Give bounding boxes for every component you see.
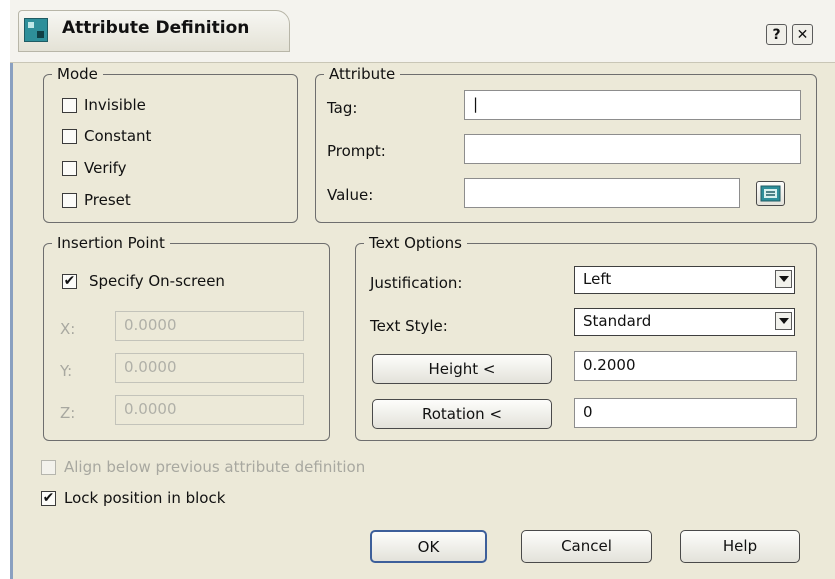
help-title-button[interactable]: ? [766, 24, 787, 45]
height-pick-button[interactable]: Height < [372, 354, 552, 384]
text-style-value: Standard [583, 312, 652, 330]
rotation-pick-button[interactable]: Rotation < [372, 399, 552, 429]
x-input[interactable]: 0.0000 [115, 311, 304, 341]
prompt-input[interactable] [464, 134, 801, 164]
window-title: Attribute Definition [62, 18, 250, 38]
y-label: Y: [60, 362, 73, 380]
text-options-legend: Text Options [369, 234, 462, 252]
mode-group: Mode [43, 65, 298, 223]
preset-label: Preset [84, 191, 131, 209]
align-below-label: Align below previous attribute definitio… [64, 458, 366, 476]
insert-field-button[interactable] [756, 181, 785, 206]
height-input[interactable]: 0.2000 [574, 351, 797, 381]
help-button[interactable]: Help [680, 530, 800, 563]
invisible-checkbox[interactable] [62, 98, 77, 113]
constant-checkbox[interactable] [62, 129, 77, 144]
preset-checkbox[interactable] [62, 193, 77, 208]
mode-legend: Mode [57, 65, 98, 83]
verify-label: Verify [84, 159, 127, 177]
chevron-down-icon[interactable] [775, 312, 792, 330]
prompt-label: Prompt: [327, 142, 386, 160]
cancel-button[interactable]: Cancel [521, 530, 652, 563]
value-input[interactable] [464, 178, 740, 208]
z-label: Z: [60, 404, 76, 422]
align-below-checkbox[interactable] [41, 460, 56, 475]
attribute-legend: Attribute [329, 65, 396, 83]
specify-onscreen-checkbox[interactable]: ✔ [62, 274, 77, 289]
text-style-select[interactable]: Standard [574, 308, 795, 336]
insertion-point-legend: Insertion Point [57, 234, 165, 252]
y-input[interactable]: 0.0000 [115, 353, 304, 383]
chevron-down-icon[interactable] [775, 270, 792, 288]
app-icon [24, 18, 48, 42]
justification-label: Justification: [370, 274, 463, 292]
z-input[interactable]: 0.0000 [115, 395, 304, 425]
justification-select[interactable]: Left [574, 266, 795, 294]
x-label: X: [60, 320, 76, 338]
constant-label: Constant [84, 127, 152, 145]
close-button[interactable]: ✕ [792, 24, 813, 45]
ok-button[interactable]: OK [370, 530, 487, 563]
specify-onscreen-label: Specify On-screen [89, 272, 225, 290]
rotation-input[interactable]: 0 [574, 398, 797, 428]
verify-checkbox[interactable] [62, 161, 77, 176]
tag-input[interactable]: | [464, 90, 801, 120]
lock-position-label: Lock position in block [64, 489, 226, 507]
text-style-label: Text Style: [370, 317, 448, 335]
lock-position-checkbox[interactable]: ✔ [41, 491, 56, 506]
value-label: Value: [327, 186, 374, 204]
justification-value: Left [583, 270, 612, 288]
tag-label: Tag: [327, 99, 358, 117]
invisible-label: Invisible [84, 96, 146, 114]
insert-field-icon [760, 185, 781, 202]
